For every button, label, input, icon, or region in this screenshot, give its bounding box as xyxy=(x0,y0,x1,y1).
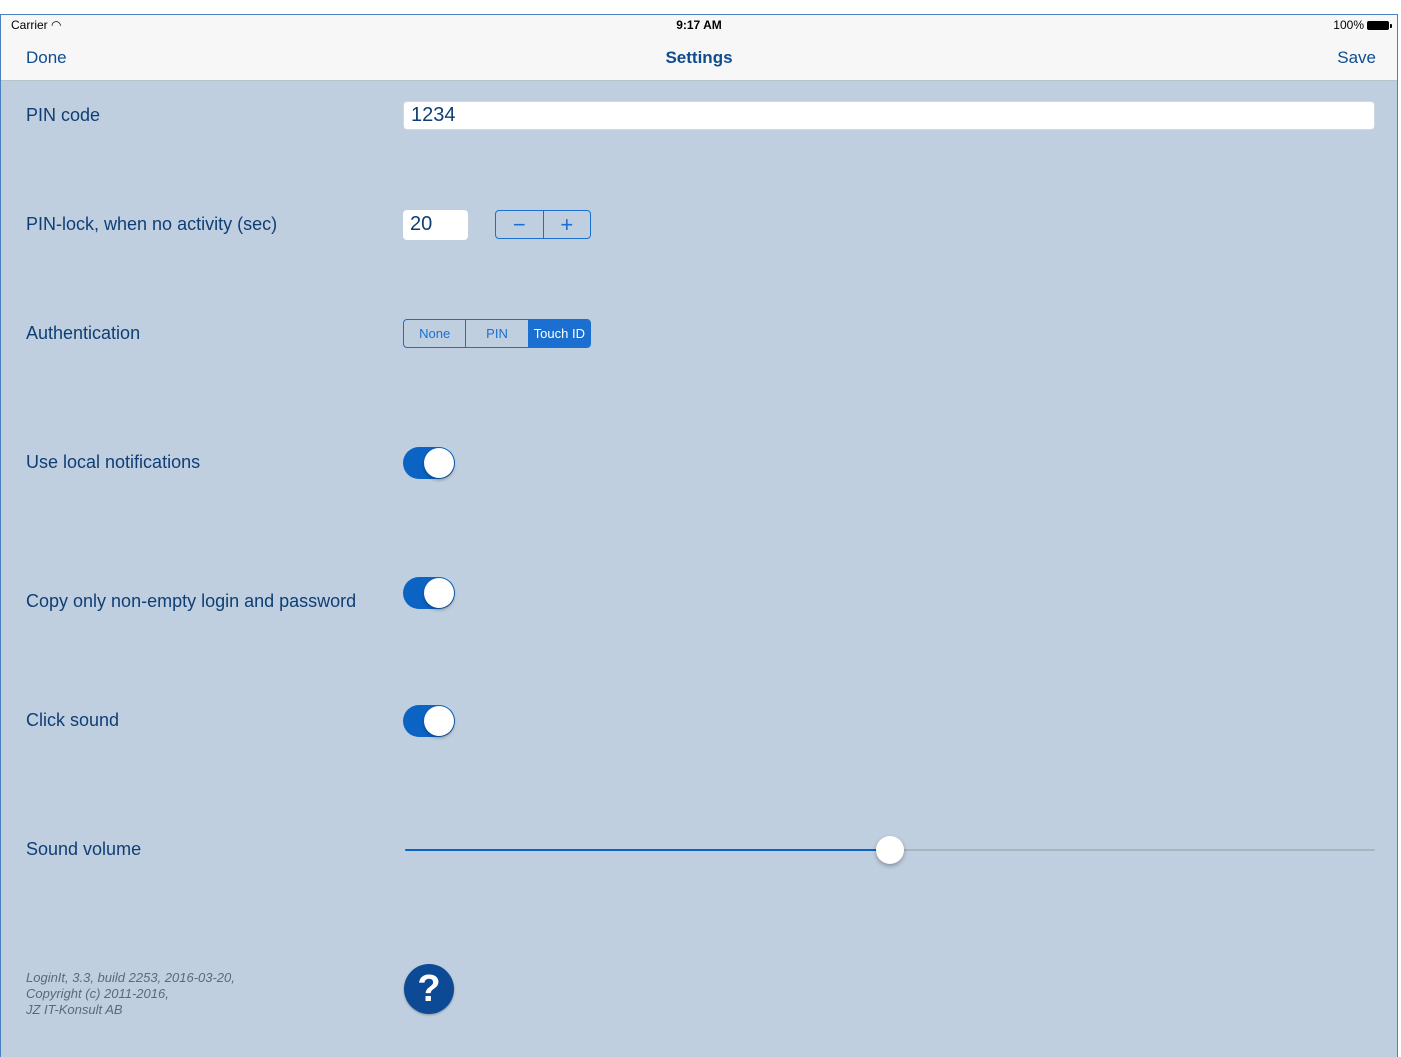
pin-code-label: PIN code xyxy=(26,105,101,125)
clock: 9:17 AM xyxy=(676,18,722,32)
help-icon[interactable]: ? xyxy=(404,964,454,1014)
authentication-label: Authentication xyxy=(26,323,141,343)
copy-non-empty-toggle[interactable] xyxy=(403,577,455,609)
pin-lock-label: PIN-lock, when no activity (sec) xyxy=(26,214,278,234)
copy-non-empty-label: Copy only non-empty login and password xyxy=(26,591,357,611)
toggle-knob xyxy=(424,706,454,736)
authentication-segmented-control: None PIN Touch ID xyxy=(403,319,591,348)
decrement-button[interactable]: − xyxy=(496,211,543,238)
increment-button[interactable]: + xyxy=(542,211,591,238)
save-button[interactable]: Save xyxy=(1337,48,1376,68)
local-notifications-toggle[interactable] xyxy=(403,447,455,479)
battery-percent: 100% xyxy=(1333,18,1364,32)
version-line: LoginIt, 3.3, build 2253, 2016-03-20, xyxy=(26,970,235,985)
sound-volume-label: Sound volume xyxy=(26,839,142,859)
company-line: JZ IT-Konsult AB xyxy=(26,1002,123,1017)
slider-thumb[interactable] xyxy=(876,836,904,864)
version-info: LoginIt, 3.3, build 2253, 2016-03-20, Co… xyxy=(26,970,235,1018)
settings-screen: Carrier ◠ 9:17 AM 100% Done Settings Sav… xyxy=(0,14,1398,1057)
slider-fill xyxy=(405,849,890,851)
click-sound-toggle[interactable] xyxy=(403,705,455,737)
pin-lock-stepper: − + xyxy=(495,210,591,239)
click-sound-label: Click sound xyxy=(26,710,120,730)
navigation-bar: Done Settings Save xyxy=(1,35,1397,81)
battery-indicator: 100% xyxy=(1333,18,1392,32)
auth-option-pin[interactable]: PIN xyxy=(465,320,527,347)
page-title: Settings xyxy=(665,48,733,67)
sound-volume-slider[interactable] xyxy=(405,835,1375,865)
toggle-knob xyxy=(424,578,454,608)
toggle-knob xyxy=(424,448,454,478)
battery-icon xyxy=(1367,20,1392,30)
status-bar: Carrier ◠ 9:17 AM 100% xyxy=(1,15,1397,35)
auth-option-touch-id[interactable]: Touch ID xyxy=(527,320,590,347)
local-notifications-label: Use local notifications xyxy=(26,452,201,472)
copyright-line: Copyright (c) 2011-2016, xyxy=(26,986,169,1001)
auth-option-none[interactable]: None xyxy=(404,320,465,347)
pin-lock-seconds-field[interactable]: 20 xyxy=(403,210,468,240)
pin-code-field[interactable]: 1234 xyxy=(403,101,1375,130)
